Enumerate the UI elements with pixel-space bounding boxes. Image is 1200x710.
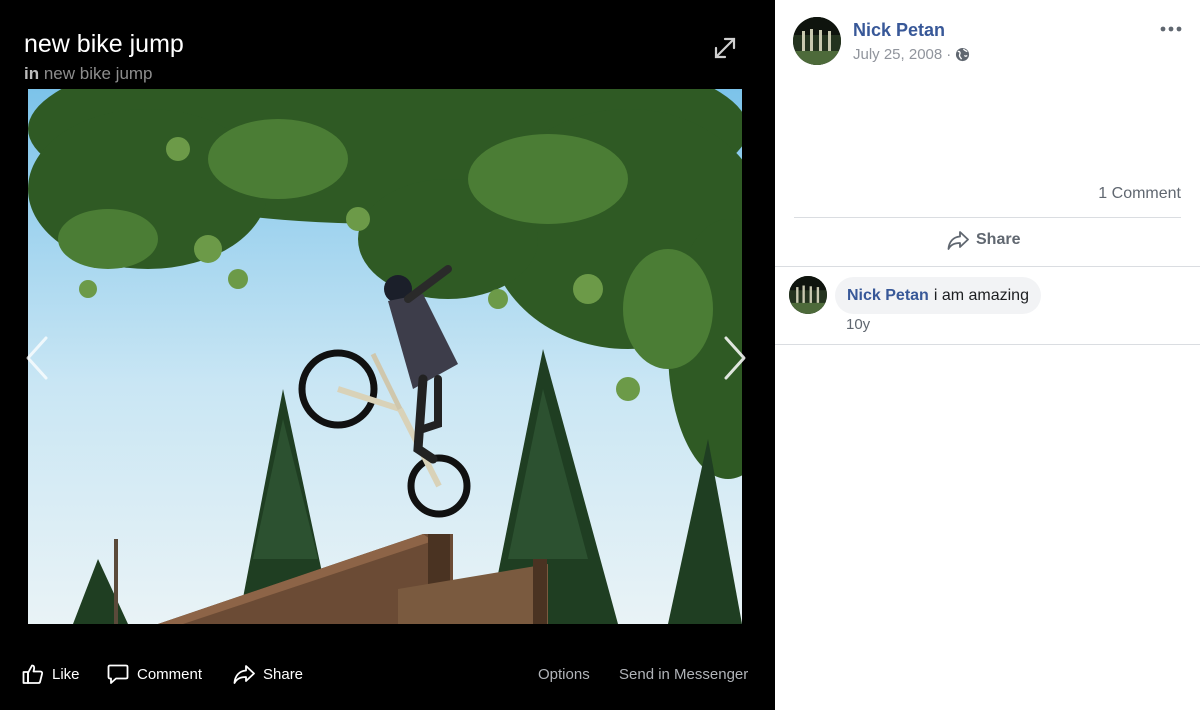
post-author[interactable]: Nick Petan [853,20,945,41]
comment-bubble: Nick Petan i am amazing [835,277,1041,314]
comment-text: i am amazing [933,286,1029,304]
album-line: in new bike jump [24,64,153,84]
album-prefix: in [24,64,40,83]
expand-icon[interactable] [712,35,738,61]
comment-count[interactable]: 1 Comment [1098,185,1181,203]
like-label: Like [52,665,80,683]
post-share-button[interactable]: Share [947,230,1020,250]
share-button[interactable]: Share [233,662,303,686]
comment-label: Comment [137,665,203,683]
next-photo-icon[interactable] [720,334,750,382]
post-meta: July 25, 2008 · [853,46,970,63]
photo-title: new bike jump [24,30,184,58]
thumbs-up-icon [22,664,44,684]
comment-icon [107,664,129,684]
avatar[interactable] [793,17,841,65]
divider [775,266,1200,267]
album-link[interactable]: new bike jump [44,64,153,83]
post-date[interactable]: July 25, 2008 [853,46,942,63]
post-info-panel: Nick Petan July 25, 2008 · 1 Comment Sha… [775,0,1200,710]
previous-photo-icon[interactable] [22,334,52,382]
comment-timestamp[interactable]: 10y [846,316,870,333]
globe-icon [956,47,970,62]
comment-avatar[interactable] [789,276,827,314]
divider [794,217,1181,218]
more-options-icon[interactable] [1159,20,1183,38]
like-button[interactable]: Like [22,662,80,686]
share-label: Share [263,665,304,683]
photo-action-bar: Like Comment Share Options Send in Messe… [0,650,775,698]
send-in-messenger-button[interactable]: Send in Messenger [619,662,748,686]
meta-separator: · [946,46,952,63]
photo-viewer: new bike jump in new bike jump Like Comm… [0,0,775,710]
bike-jump-photo [28,89,742,624]
comment-button[interactable]: Comment [107,662,202,686]
post-share-label: Share [976,231,1021,248]
comment-author[interactable]: Nick Petan [847,287,929,305]
options-button[interactable]: Options [538,662,590,686]
divider [775,344,1200,345]
share-arrow-icon [233,665,255,684]
share-arrow-icon [947,231,969,250]
